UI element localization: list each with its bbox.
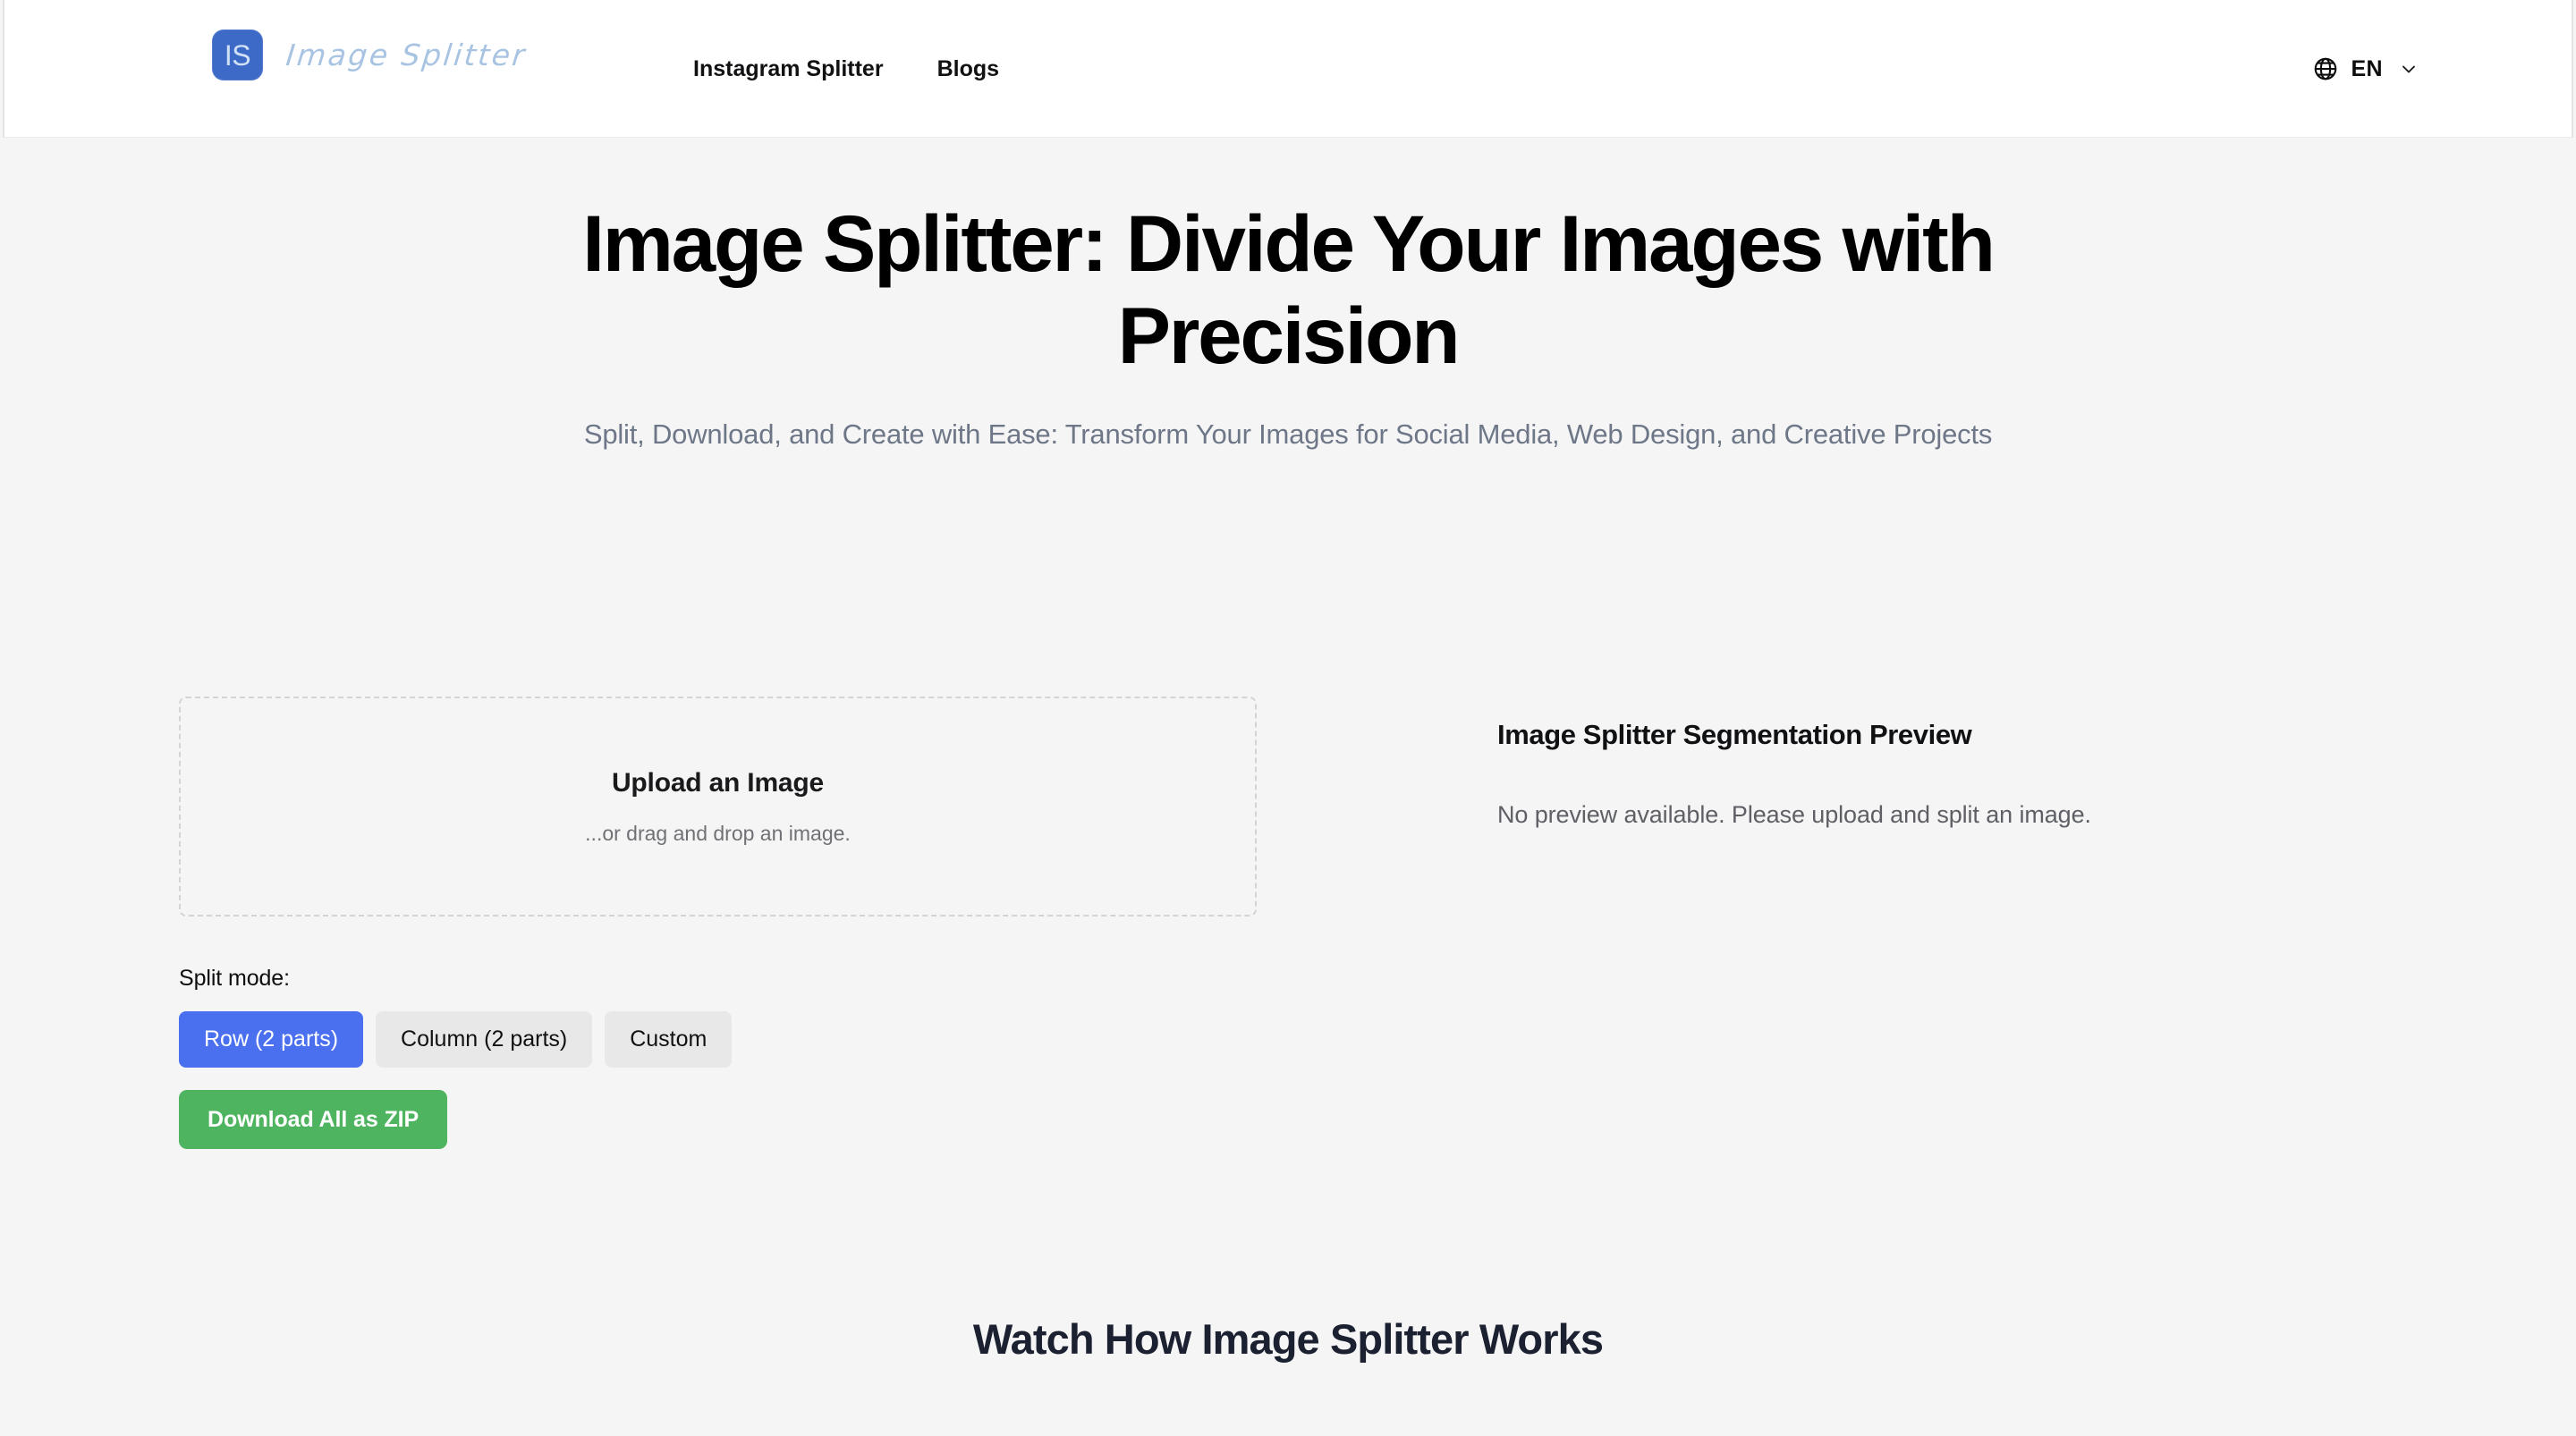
split-mode-column-button[interactable]: Column (2 parts) [376, 1011, 593, 1069]
how-it-works-title: Watch How Image Splitter Works [972, 1315, 1604, 1363]
language-code: EN [2351, 55, 2383, 81]
brand-wordmark: Image Splitter [284, 38, 529, 72]
upload-dropzone[interactable]: Upload an Image ...or drag and drop an i… [179, 697, 1257, 917]
nav-link-instagram-splitter[interactable]: Instagram Splitter [691, 53, 886, 86]
globe-icon [2315, 57, 2337, 80]
how-it-works-section: Watch How Image Splitter Works [4, 1314, 2572, 1364]
split-mode-custom-button[interactable]: Custom [605, 1011, 733, 1069]
chevron-down-icon [2402, 65, 2415, 73]
page-subtitle: Split, Download, and Create with Ease: T… [583, 418, 1993, 451]
hero-section: Image Splitter: Divide Your Images with … [4, 138, 2572, 456]
upload-dropzone-title: Upload an Image [611, 767, 825, 798]
upload-dropzone-hint: ...or drag and drop an image. [585, 821, 851, 845]
main-nav: Instagram Splitter Blogs [691, 0, 1001, 138]
brand-logo-link[interactable]: IS Image Splitter [212, 30, 529, 80]
splitter-tool: Upload an Image ...or drag and drop an i… [179, 697, 2415, 1150]
download-all-zip-button[interactable]: Download All as ZIP [179, 1090, 448, 1150]
brand-mark-text: IS [224, 38, 251, 72]
page-title: Image Splitter: Divide Your Images with … [582, 199, 1996, 381]
page-root: IS Image Splitter Instagram Splitter Blo… [0, 0, 2576, 1436]
segmentation-preview-panel: Image Splitter Segmentation Preview No p… [1257, 697, 2415, 829]
site-header: IS Image Splitter Instagram Splitter Blo… [4, 0, 2572, 138]
header-inner: IS Image Splitter Instagram Splitter Blo… [4, 0, 2572, 137]
language-switcher[interactable]: EN [2312, 0, 2419, 138]
brand-mark-icon: IS [212, 30, 263, 80]
split-mode-button-group: Row (2 parts) Column (2 parts) Custom [179, 1011, 1257, 1069]
segmentation-preview-empty-message: No preview available. Please upload and … [1497, 801, 2091, 828]
tool-left-column: Upload an Image ...or drag and drop an i… [179, 697, 1257, 1150]
split-mode-row-button[interactable]: Row (2 parts) [179, 1011, 364, 1069]
segmentation-preview-title: Image Splitter Segmentation Preview [1497, 719, 1972, 750]
nav-link-blogs[interactable]: Blogs [936, 53, 1001, 86]
viewport-edge-right [2572, 0, 2573, 138]
split-mode-label: Split mode: [179, 966, 290, 991]
